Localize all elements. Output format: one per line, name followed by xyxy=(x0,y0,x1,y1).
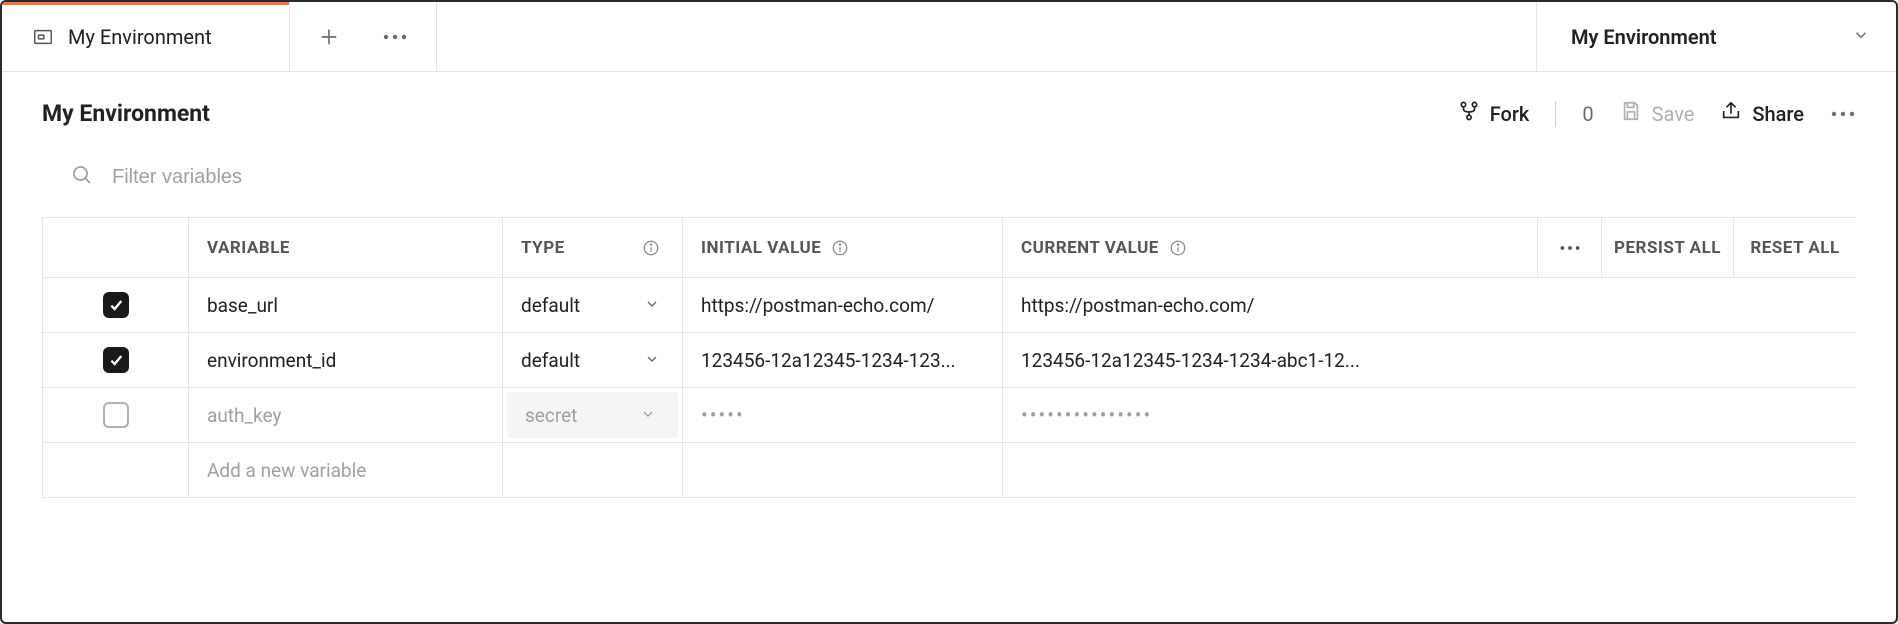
variable-name-cell[interactable]: environment_id xyxy=(189,333,503,387)
fork-icon xyxy=(1458,100,1480,127)
info-icon[interactable] xyxy=(1169,239,1187,257)
header-actions: Fork 0 Save xyxy=(1458,100,1856,127)
share-button[interactable]: Share xyxy=(1720,100,1804,127)
type-select[interactable]: default xyxy=(521,294,660,317)
tab-label: My Environment xyxy=(68,25,212,49)
fork-label: Fork xyxy=(1490,102,1530,126)
info-icon[interactable] xyxy=(831,239,849,257)
save-label: Save xyxy=(1652,102,1695,126)
current-value-cell[interactable]: https://postman-echo.com/ xyxy=(1003,278,1856,332)
type-select[interactable]: secret xyxy=(507,392,678,438)
filter-variables-input[interactable] xyxy=(112,166,512,189)
table-row: environment_id default 123456-12a12345-1… xyxy=(43,333,1856,388)
col-current-value-label: Current Value xyxy=(1021,238,1159,258)
type-value: secret xyxy=(525,404,577,427)
current-value-cell[interactable]: 123456-12a12345-1234-1234-abc1-12... xyxy=(1003,333,1856,387)
variable-name-cell[interactable]: base_url xyxy=(189,278,503,332)
col-variable: Variable xyxy=(189,218,503,277)
type-value: default xyxy=(521,294,580,317)
divider xyxy=(1555,101,1556,127)
reset-all-button[interactable]: Reset All xyxy=(1734,218,1856,277)
search-icon xyxy=(70,163,94,191)
active-tab-indicator xyxy=(2,2,289,5)
variable-name-cell[interactable]: auth_key xyxy=(189,388,503,442)
persist-all-button[interactable]: Persist All xyxy=(1602,218,1734,277)
table-header-row: Variable Type Initial Value Current Valu… xyxy=(43,218,1856,278)
info-icon[interactable] xyxy=(642,239,660,257)
fork-count: 0 xyxy=(1582,102,1593,126)
type-select[interactable]: default xyxy=(521,349,660,372)
save-button[interactable]: Save xyxy=(1620,100,1695,127)
col-initial-value-label: Initial Value xyxy=(701,238,821,258)
col-current-value: Current Value xyxy=(1003,218,1538,277)
tab-my-environment[interactable]: My Environment xyxy=(2,2,290,71)
col-variable-label: Variable xyxy=(207,238,290,258)
chevron-down-icon xyxy=(644,294,660,317)
col-more-button[interactable] xyxy=(1538,218,1602,277)
chevron-down-icon xyxy=(640,404,656,427)
initial-value-cell[interactable]: https://postman-echo.com/ xyxy=(683,278,1003,332)
variables-table: Variable Type Initial Value Current Valu… xyxy=(42,217,1856,498)
save-icon xyxy=(1620,100,1642,127)
persist-all-label: Persist All xyxy=(1614,238,1721,258)
col-initial-value: Initial Value xyxy=(683,218,1003,277)
add-variable-cell[interactable]: Add a new variable xyxy=(189,443,503,497)
environment-selector-label: My Environment xyxy=(1571,25,1717,49)
current-value-cell[interactable]: ••••••••••••••• xyxy=(1003,388,1856,442)
environment-selector[interactable]: My Environment xyxy=(1536,2,1896,71)
tab-overflow-button[interactable] xyxy=(382,33,408,41)
initial-value-cell[interactable]: 123456-12a12345-1234-123... xyxy=(683,333,1003,387)
row-checkbox[interactable] xyxy=(103,292,129,318)
table-row-new: Add a new variable xyxy=(43,443,1856,498)
col-type-label: Type xyxy=(521,238,565,258)
col-checkbox xyxy=(43,218,189,277)
table-row: base_url default https://postman-echo.co… xyxy=(43,278,1856,333)
table-row: auth_key secret ••••• ••••••••••••••• xyxy=(43,388,1856,443)
tab-actions xyxy=(290,2,437,71)
initial-value-cell[interactable]: ••••• xyxy=(683,388,1003,442)
more-actions-button[interactable] xyxy=(1830,110,1856,118)
share-label: Share xyxy=(1752,102,1804,126)
row-checkbox[interactable] xyxy=(103,347,129,373)
fork-button[interactable]: Fork xyxy=(1458,100,1530,127)
environment-icon xyxy=(32,26,54,48)
page-title: My Environment xyxy=(42,100,210,127)
row-checkbox[interactable] xyxy=(103,402,129,428)
chevron-down-icon xyxy=(644,349,660,372)
chevron-down-icon xyxy=(1852,25,1870,49)
reset-all-label: Reset All xyxy=(1750,238,1839,258)
type-value: default xyxy=(521,349,580,372)
col-type: Type xyxy=(503,218,683,277)
new-tab-button[interactable] xyxy=(318,26,340,48)
tab-bar: My Environment My Environment xyxy=(2,2,1896,72)
share-icon xyxy=(1720,100,1742,127)
